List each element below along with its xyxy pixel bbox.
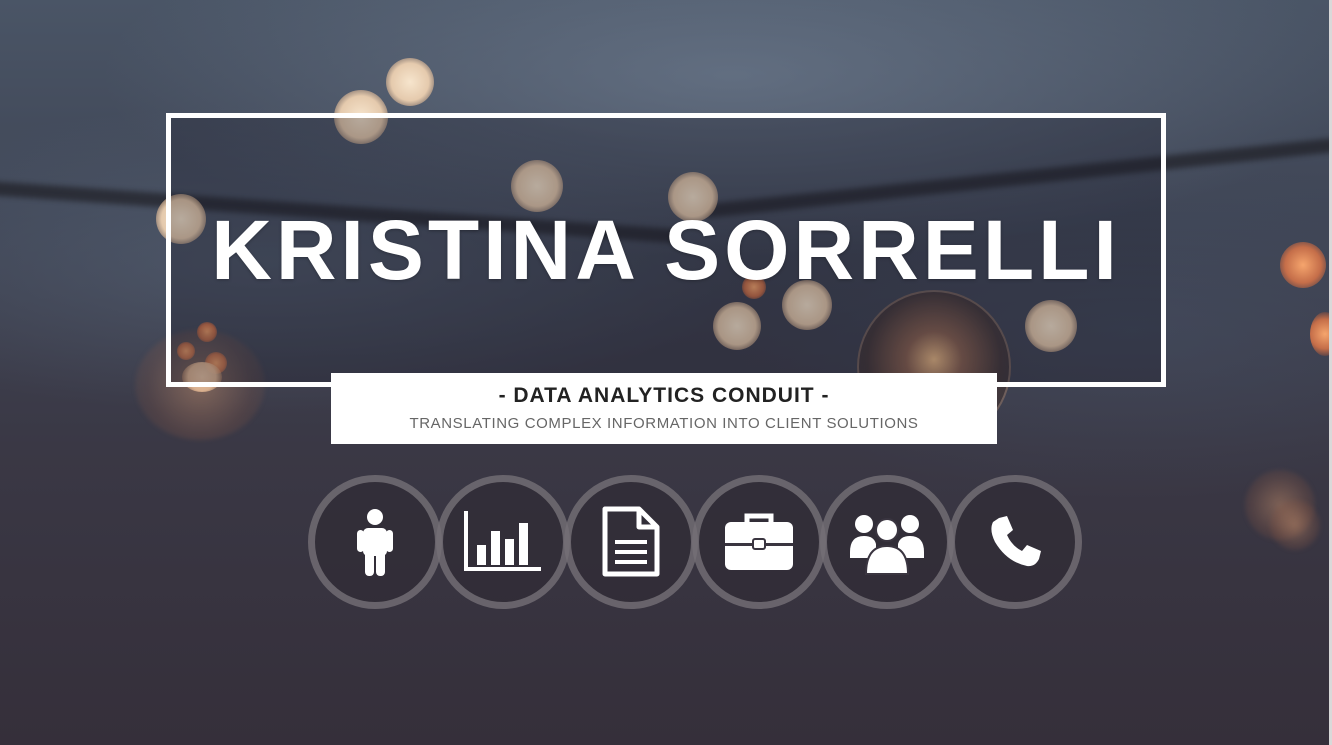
analytics-button[interactable] bbox=[436, 475, 570, 609]
contact-button[interactable] bbox=[948, 475, 1082, 609]
clients-button[interactable] bbox=[820, 475, 954, 609]
section-nav bbox=[308, 475, 1088, 609]
subtitle-banner: - DATA ANALYTICS CONDUIT - TRANSLATING C… bbox=[331, 373, 997, 444]
bar-chart-icon bbox=[464, 511, 541, 571]
group-icon bbox=[850, 515, 924, 575]
about-button[interactable] bbox=[308, 475, 442, 609]
person-icon bbox=[357, 509, 393, 576]
hero-name: KRISTINA SORRELLI bbox=[211, 203, 1121, 297]
hero-tagline: TRANSLATING COMPLEX INFORMATION INTO CLI… bbox=[409, 415, 919, 432]
hero-subtitle: - DATA ANALYTICS CONDUIT - bbox=[498, 384, 830, 407]
portfolio-button[interactable] bbox=[692, 475, 826, 609]
document-icon bbox=[602, 506, 660, 577]
phone-icon bbox=[991, 516, 1041, 567]
resume-button[interactable] bbox=[564, 475, 698, 609]
briefcase-icon bbox=[725, 513, 793, 570]
name-frame: KRISTINA SORRELLI bbox=[166, 113, 1166, 387]
